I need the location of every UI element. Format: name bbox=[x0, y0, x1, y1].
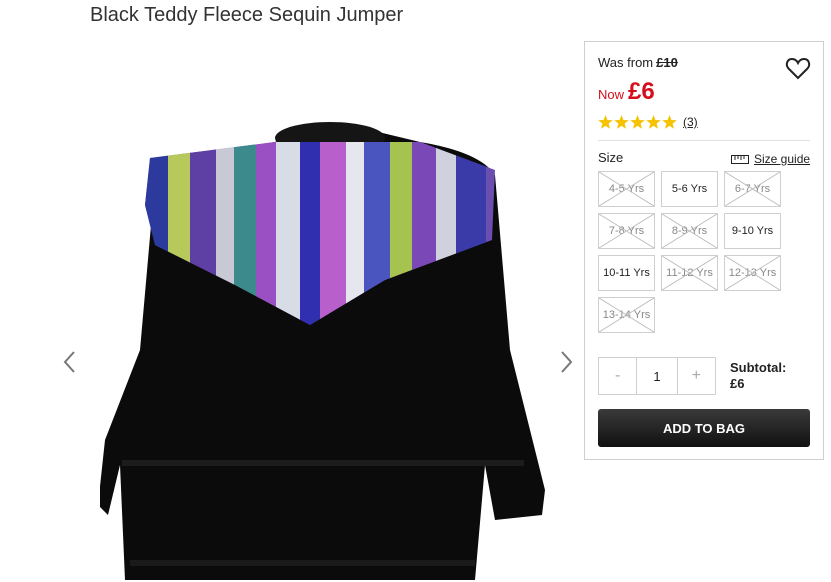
size-option-label: 9-10 Yrs bbox=[731, 225, 774, 237]
star-icon bbox=[630, 115, 645, 129]
subtotal-value: £6 bbox=[730, 376, 745, 391]
chevron-right-icon bbox=[561, 351, 573, 373]
star-icon bbox=[614, 115, 629, 129]
size-option[interactable]: 10-11 Yrs bbox=[598, 255, 655, 291]
subtotal-label: Subtotal: bbox=[730, 360, 787, 375]
now-price: Now £6 bbox=[598, 78, 655, 106]
gallery-next-button[interactable] bbox=[554, 348, 578, 376]
heart-icon[interactable] bbox=[785, 56, 811, 82]
unavailable-cross-icon bbox=[725, 172, 780, 206]
star-icon bbox=[598, 115, 613, 129]
size-option[interactable]: 5-6 Yrs bbox=[661, 171, 718, 207]
now-label: Now bbox=[598, 87, 625, 102]
size-option-label: 5-6 Yrs bbox=[671, 183, 708, 195]
current-price: £6 bbox=[628, 78, 655, 105]
size-guide-label: Size guide bbox=[754, 152, 811, 166]
size-guide-link[interactable]: Size guide bbox=[731, 152, 810, 166]
unavailable-cross-icon bbox=[599, 298, 654, 332]
quantity-decrease-button[interactable]: - bbox=[599, 358, 636, 394]
review-count-link[interactable]: (3) bbox=[683, 115, 698, 129]
size-option[interactable]: 13-14 Yrs bbox=[598, 297, 655, 333]
unavailable-cross-icon bbox=[725, 256, 780, 290]
add-to-bag-button[interactable]: ADD TO BAG bbox=[598, 409, 810, 447]
star-icon bbox=[662, 115, 677, 129]
was-price: Was from £10 bbox=[598, 55, 678, 70]
star-icon bbox=[646, 115, 661, 129]
product-title: Black Teddy Fleece Sequin Jumper bbox=[90, 4, 404, 26]
quantity-increase-button[interactable]: + bbox=[678, 358, 715, 394]
unavailable-cross-icon bbox=[599, 172, 654, 206]
gallery-prev-button[interactable] bbox=[58, 348, 82, 376]
size-option[interactable]: 4-5 Yrs bbox=[598, 171, 655, 207]
size-option-label: 10-11 Yrs bbox=[603, 267, 650, 279]
rating-stars: (3) bbox=[598, 115, 698, 129]
size-option[interactable]: 8-9 Yrs bbox=[661, 213, 718, 249]
size-option[interactable]: 12-13 Yrs bbox=[724, 255, 781, 291]
ruler-icon bbox=[731, 154, 749, 164]
purchase-panel: Was from£10 Now£6 (3) Size Size guide 4-… bbox=[584, 41, 824, 460]
old-price: £10 bbox=[656, 55, 678, 70]
size-option[interactable]: 7-8 Yrs bbox=[598, 213, 655, 249]
size-option[interactable]: 11-12 Yrs bbox=[661, 255, 718, 291]
quantity-stepper: - 1 + bbox=[598, 357, 716, 395]
divider bbox=[598, 140, 810, 141]
product-image bbox=[100, 122, 545, 580]
was-label: Was from bbox=[598, 55, 654, 70]
size-option[interactable]: 6-7 Yrs bbox=[724, 171, 781, 207]
subtotal: Subtotal: £6 bbox=[730, 360, 786, 392]
quantity-input[interactable]: 1 bbox=[636, 358, 678, 394]
unavailable-cross-icon bbox=[662, 256, 717, 290]
size-label: Size bbox=[598, 150, 624, 165]
unavailable-cross-icon bbox=[599, 214, 654, 248]
chevron-left-icon bbox=[63, 351, 75, 373]
size-option[interactable]: 9-10 Yrs bbox=[724, 213, 781, 249]
unavailable-cross-icon bbox=[662, 214, 717, 248]
